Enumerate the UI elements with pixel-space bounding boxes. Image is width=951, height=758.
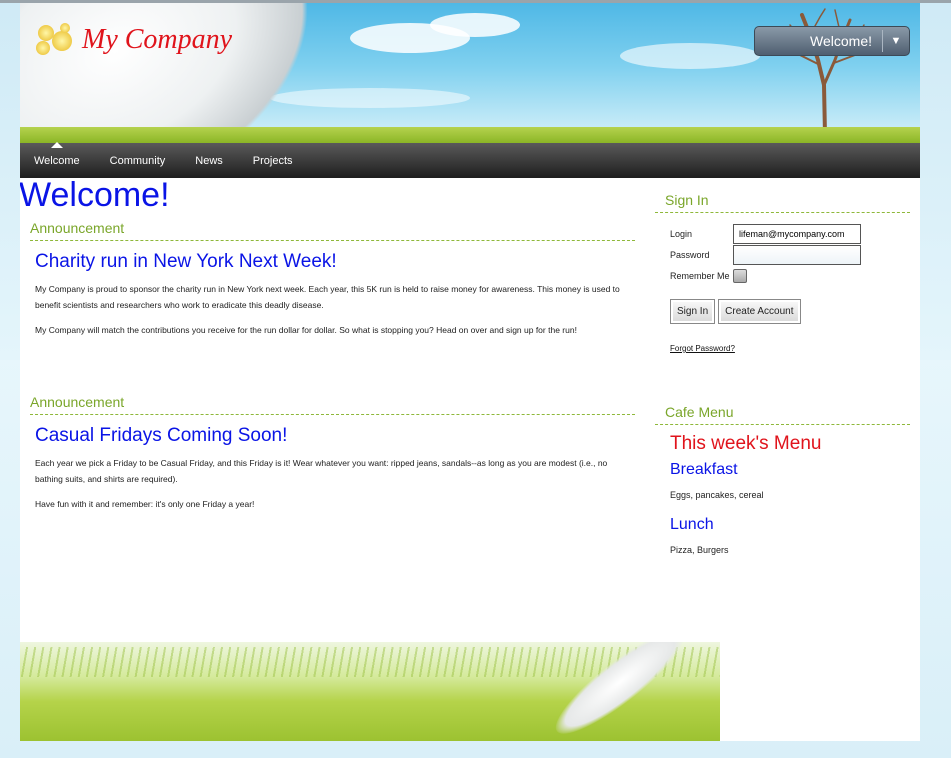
welcome-label: Welcome! xyxy=(810,33,872,49)
company-logo[interactable]: My Company xyxy=(34,21,232,59)
lunch-heading: Lunch xyxy=(670,516,714,533)
menu-title: This week's Menu xyxy=(670,433,822,454)
nav-item-welcome[interactable]: Welcome xyxy=(34,141,80,167)
announcement-heading: Announcement xyxy=(30,394,635,415)
nav-item-news[interactable]: News xyxy=(195,155,223,167)
forgot-password-link[interactable]: Forgot Password? xyxy=(670,344,735,353)
breakfast-items: Eggs, pancakes, cereal xyxy=(670,490,764,500)
article-paragraph: Have fun with it and remember: it's only… xyxy=(35,499,255,509)
remember-checkbox[interactable] xyxy=(733,268,747,283)
password-label: Password xyxy=(670,249,710,260)
welcome-menu-button[interactable]: Welcome! ▼ xyxy=(754,26,910,56)
main-content: Welcome! Announcement Charity run in New… xyxy=(20,178,920,741)
logo-flower-icon xyxy=(34,21,78,59)
article-title: Charity run in New York Next Week! xyxy=(35,251,337,272)
company-name: My Company xyxy=(82,24,233,55)
grass-band xyxy=(20,127,920,143)
breakfast-heading: Breakfast xyxy=(670,461,738,478)
cloud-decoration xyxy=(430,13,520,37)
login-input[interactable]: lifeman@mycompany.com xyxy=(733,223,861,244)
cafe-menu-heading: Cafe Menu xyxy=(655,404,910,425)
login-label: Login xyxy=(670,228,693,239)
lunch-items: Pizza, Burgers xyxy=(670,545,729,555)
announcement-1: Announcement Charity run in New York Nex… xyxy=(30,220,635,347)
article-paragraph: Each year we pick a Friday to be Casual … xyxy=(35,458,608,484)
nav-item-community[interactable]: Community xyxy=(110,155,166,167)
remember-row: Remember Me xyxy=(670,265,910,286)
announcement-2: Announcement Casual Fridays Coming Soon!… xyxy=(30,394,635,521)
chevron-down-icon[interactable]: ▼ xyxy=(883,35,909,47)
tree-icon xyxy=(787,8,867,135)
sign-in-panel: Sign In Login lifeman@mycompany.com Pass… xyxy=(655,192,910,356)
create-account-button[interactable]: Create Account xyxy=(718,299,801,324)
main-nav: Welcome Community News Projects xyxy=(20,141,920,178)
article-title: Casual Fridays Coming Soon! xyxy=(35,425,288,446)
footer-grass-image xyxy=(20,642,720,741)
sign-in-buttons: Sign In Create Account xyxy=(670,299,910,324)
password-row: Password xyxy=(670,244,910,265)
login-row: Login lifeman@mycompany.com xyxy=(670,223,910,244)
site-header: My Company Welcome! ▼ xyxy=(20,3,920,143)
article-paragraph: My Company will match the contributions … xyxy=(35,325,577,335)
nav-item-projects[interactable]: Projects xyxy=(253,155,293,167)
sign-in-heading: Sign In xyxy=(655,192,910,213)
cloud-decoration xyxy=(620,43,760,69)
page-title: Welcome! xyxy=(20,178,170,214)
remember-label: Remember Me xyxy=(670,270,730,281)
password-input[interactable] xyxy=(733,244,861,265)
sign-in-button[interactable]: Sign In xyxy=(670,299,716,324)
announcement-heading: Announcement xyxy=(30,220,635,241)
cafe-menu-panel: Cafe Menu This week's Menu Breakfast Egg… xyxy=(655,404,910,555)
article-paragraph: My Company is proud to sponsor the chari… xyxy=(35,284,620,310)
